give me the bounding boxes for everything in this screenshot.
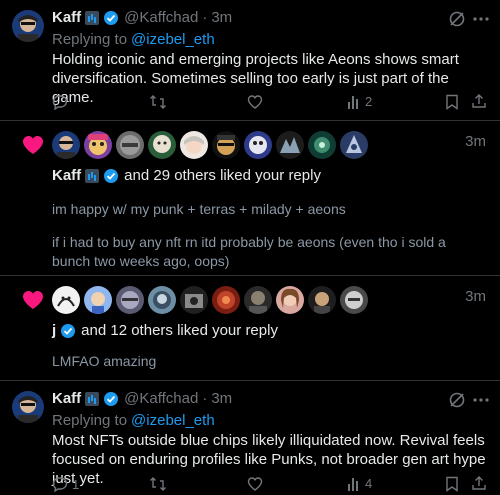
like-notification-2[interactable]: 3m j and 12 others liked your reply LMFA… [0, 276, 500, 381]
chart-badge-icon [85, 168, 100, 183]
replying-to: Replying to @izebel_eth [52, 31, 215, 48]
liker-avatar[interactable] [116, 131, 144, 159]
timestamp[interactable]: 3m [211, 390, 232, 407]
share-icon[interactable] [471, 475, 487, 491]
retweet-button[interactable] [149, 476, 167, 492]
chart-badge-icon [85, 10, 100, 25]
replying-to-handle[interactable]: @izebel_eth [131, 412, 215, 429]
views-icon [348, 477, 358, 491]
liker-avatar[interactable] [52, 286, 80, 314]
like-notification-1[interactable]: 3m Kaff and 29 others liked your reply i… [0, 121, 500, 276]
tweet-text: Holding iconic and emerging projects lik… [52, 51, 459, 106]
like-summary: j and 12 others liked your reply [52, 322, 278, 339]
liker-avatar[interactable] [180, 286, 208, 314]
liker-avatars [52, 131, 368, 159]
liker-avatar[interactable] [244, 286, 272, 314]
bookmark-icon[interactable] [445, 94, 459, 110]
views-icon [348, 95, 358, 109]
handle[interactable]: @Kaffchad [124, 9, 198, 26]
liker-avatar[interactable] [84, 286, 112, 314]
liker-avatar[interactable] [340, 131, 368, 159]
verified-icon [104, 168, 119, 183]
avatar[interactable] [12, 10, 44, 42]
liker-avatar[interactable] [212, 286, 240, 314]
like-summary-text: and 29 others liked your reply [124, 167, 321, 184]
verified-icon [104, 10, 119, 25]
reply-icon [52, 95, 68, 110]
heart-filled-icon [23, 136, 43, 154]
retweet-icon [150, 95, 166, 109]
liker-name[interactable]: j [52, 322, 56, 339]
tweet-header: Kaff @Kaffchad · 3m [52, 390, 232, 407]
share-icon[interactable] [471, 93, 487, 109]
separator-dot: · [202, 390, 208, 407]
like-button[interactable] [247, 476, 263, 492]
like-summary-text: and 12 others liked your reply [81, 322, 278, 339]
liker-avatars [52, 286, 368, 314]
liked-reply-line-2: if i had to buy any nft rn itd probably … [52, 234, 446, 269]
verified-icon [104, 391, 119, 406]
heart-icon [247, 95, 263, 109]
heart-filled-icon [23, 291, 43, 309]
reply-icon [52, 477, 68, 492]
liker-name[interactable]: Kaff [52, 167, 81, 184]
more-icon[interactable] [472, 10, 490, 28]
display-name[interactable]: Kaff [52, 9, 81, 26]
liker-avatar[interactable] [84, 131, 112, 159]
display-name[interactable]: Kaff [52, 390, 81, 407]
liker-avatar[interactable] [308, 131, 336, 159]
replying-to-handle[interactable]: @izebel_eth [131, 31, 215, 48]
tweet-1[interactable]: Kaff @Kaffchad · 3m Replying to @izebel_… [0, 0, 500, 121]
tweet-header: Kaff @Kaffchad · 3m [52, 9, 232, 26]
views-button[interactable]: 2 [347, 94, 372, 109]
liker-avatar[interactable] [212, 131, 240, 159]
avatar[interactable] [12, 391, 44, 423]
replying-to: Replying to @izebel_eth [52, 412, 215, 429]
views-count: 2 [365, 94, 373, 109]
liker-avatar[interactable] [276, 131, 304, 159]
liker-avatar[interactable] [340, 286, 368, 314]
liker-avatar[interactable] [52, 131, 80, 159]
retweet-icon [150, 477, 166, 491]
separator-dot: · [202, 9, 208, 26]
timestamp[interactable]: 3m [465, 288, 486, 305]
like-button[interactable] [247, 94, 263, 110]
grok-icon[interactable] [448, 391, 466, 409]
more-icon[interactable] [472, 391, 490, 409]
handle[interactable]: @Kaffchad [124, 390, 198, 407]
liker-avatar[interactable] [148, 286, 176, 314]
liker-avatar[interactable] [116, 286, 144, 314]
reply-button[interactable] [52, 94, 68, 110]
bookmark-icon[interactable] [445, 476, 459, 492]
retweet-button[interactable] [149, 94, 167, 110]
replying-to-label: Replying to [52, 31, 128, 48]
chart-badge-icon [85, 391, 100, 406]
views-count: 4 [365, 476, 373, 491]
liker-avatar[interactable] [148, 131, 176, 159]
tweet-2[interactable]: Kaff @Kaffchad · 3m Replying to @izebel_… [0, 381, 500, 495]
heart-icon [247, 477, 263, 491]
timestamp[interactable]: 3m [211, 9, 232, 26]
tweet-text: Most NFTs outside blue chips likely illi… [52, 432, 486, 487]
liker-avatar[interactable] [308, 286, 336, 314]
liker-avatar[interactable] [180, 131, 208, 159]
liker-avatar[interactable] [244, 131, 272, 159]
like-summary: Kaff and 29 others liked your reply [52, 167, 321, 184]
liked-reply-line-1: im happy w/ my punk + terras + milady + … [52, 201, 346, 217]
replying-to-label: Replying to [52, 412, 128, 429]
reply-count: 1 [72, 476, 80, 492]
verified-icon [61, 323, 76, 338]
grok-icon[interactable] [448, 10, 466, 28]
liked-reply-line-1: LMFAO amazing [52, 353, 157, 369]
reply-button[interactable]: 1 [52, 476, 79, 492]
views-button[interactable]: 4 [347, 476, 372, 491]
timestamp[interactable]: 3m [465, 133, 486, 150]
liker-avatar[interactable] [276, 286, 304, 314]
